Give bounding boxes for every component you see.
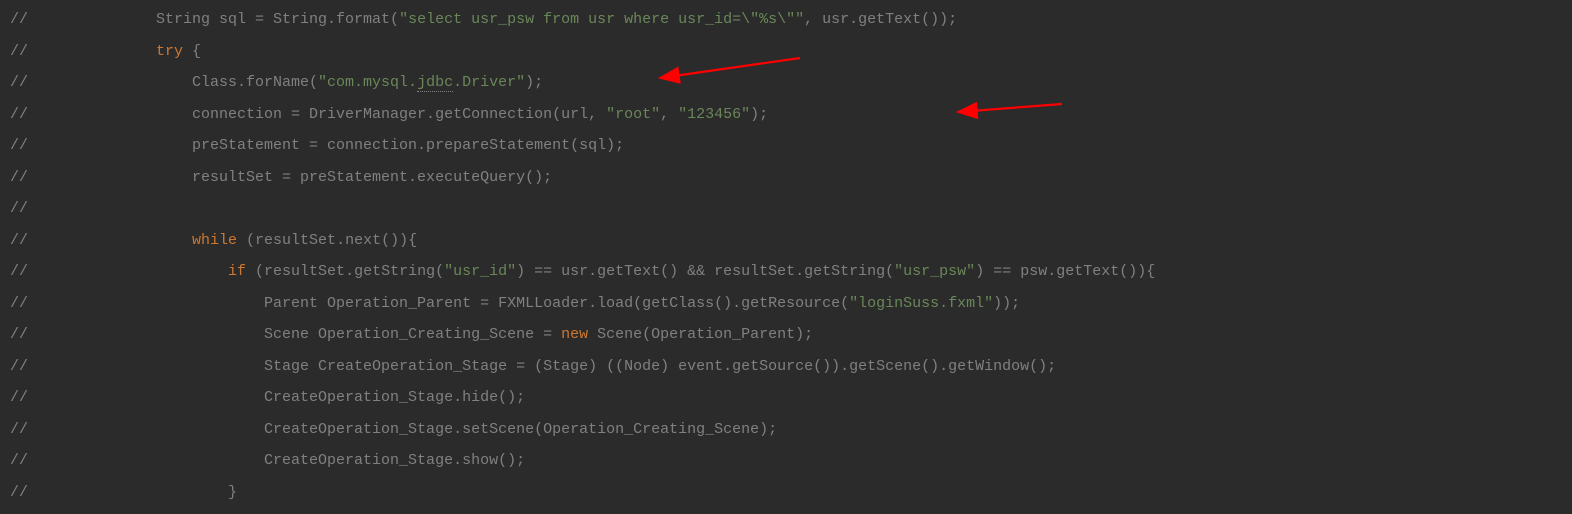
gutter-comment-marker: // [0, 36, 44, 68]
code-text: CreateOperation_Stage.hide(); [44, 382, 525, 414]
gutter-comment-marker: // [0, 130, 44, 162]
code-editor[interactable]: // String sql = String.format("select us… [0, 0, 1572, 514]
code-line[interactable]: // CreateOperation_Stage.hide(); [0, 382, 1572, 414]
code-line[interactable]: // CreateOperation_Stage.show(); [0, 445, 1572, 477]
code-text: connection = DriverManager.getConnection… [44, 99, 768, 131]
gutter-comment-marker: // [0, 288, 44, 320]
code-line[interactable]: // if (resultSet.getString("usr_id") == … [0, 256, 1572, 288]
code-line[interactable]: // [0, 193, 1572, 225]
code-text: Scene Operation_Creating_Scene = new Sce… [44, 319, 813, 351]
code-text: preStatement = connection.prepareStateme… [44, 130, 624, 162]
gutter-comment-marker: // [0, 99, 44, 131]
code-line[interactable]: // try { [0, 36, 1572, 68]
gutter-comment-marker: // [0, 477, 44, 509]
code-line[interactable]: // Stage CreateOperation_Stage = (Stage)… [0, 351, 1572, 383]
code-text: if (resultSet.getString("usr_id") == usr… [44, 256, 1155, 288]
code-text: } [44, 477, 237, 509]
code-line[interactable]: // preStatement = connection.prepareStat… [0, 130, 1572, 162]
code-text: while (resultSet.next()){ [44, 225, 417, 257]
code-text: resultSet = preStatement.executeQuery(); [44, 162, 552, 194]
gutter-comment-marker: // [0, 414, 44, 446]
code-text: CreateOperation_Stage.setScene(Operation… [44, 414, 777, 446]
gutter-comment-marker: // [0, 445, 44, 477]
gutter-comment-marker: // [0, 256, 44, 288]
code-text: Parent Operation_Parent = FXMLLoader.loa… [44, 288, 1020, 320]
gutter-comment-marker: // [0, 162, 44, 194]
gutter-comment-marker: // [0, 382, 44, 414]
gutter-comment-marker: // [0, 67, 44, 99]
code-text: CreateOperation_Stage.show(); [44, 445, 525, 477]
code-line[interactable]: // Parent Operation_Parent = FXMLLoader.… [0, 288, 1572, 320]
code-line[interactable]: // Scene Operation_Creating_Scene = new … [0, 319, 1572, 351]
gutter-comment-marker: // [0, 319, 44, 351]
gutter-comment-marker: // [0, 4, 44, 36]
code-line[interactable]: // String sql = String.format("select us… [0, 4, 1572, 36]
gutter-comment-marker: // [0, 193, 44, 225]
code-text: Class.forName("com.mysql.jdbc.Driver"); [44, 67, 543, 99]
code-text: String sql = String.format("select usr_p… [44, 4, 957, 36]
gutter-comment-marker: // [0, 351, 44, 383]
code-line[interactable]: // connection = DriverManager.getConnect… [0, 99, 1572, 131]
code-line[interactable]: // resultSet = preStatement.executeQuery… [0, 162, 1572, 194]
code-line[interactable]: // Class.forName("com.mysql.jdbc.Driver"… [0, 67, 1572, 99]
code-line[interactable]: // CreateOperation_Stage.setScene(Operat… [0, 414, 1572, 446]
code-text: Stage CreateOperation_Stage = (Stage) ((… [44, 351, 1056, 383]
code-line[interactable]: // while (resultSet.next()){ [0, 225, 1572, 257]
gutter-comment-marker: // [0, 225, 44, 257]
code-line[interactable]: // } [0, 477, 1572, 509]
code-text: try { [44, 36, 201, 68]
